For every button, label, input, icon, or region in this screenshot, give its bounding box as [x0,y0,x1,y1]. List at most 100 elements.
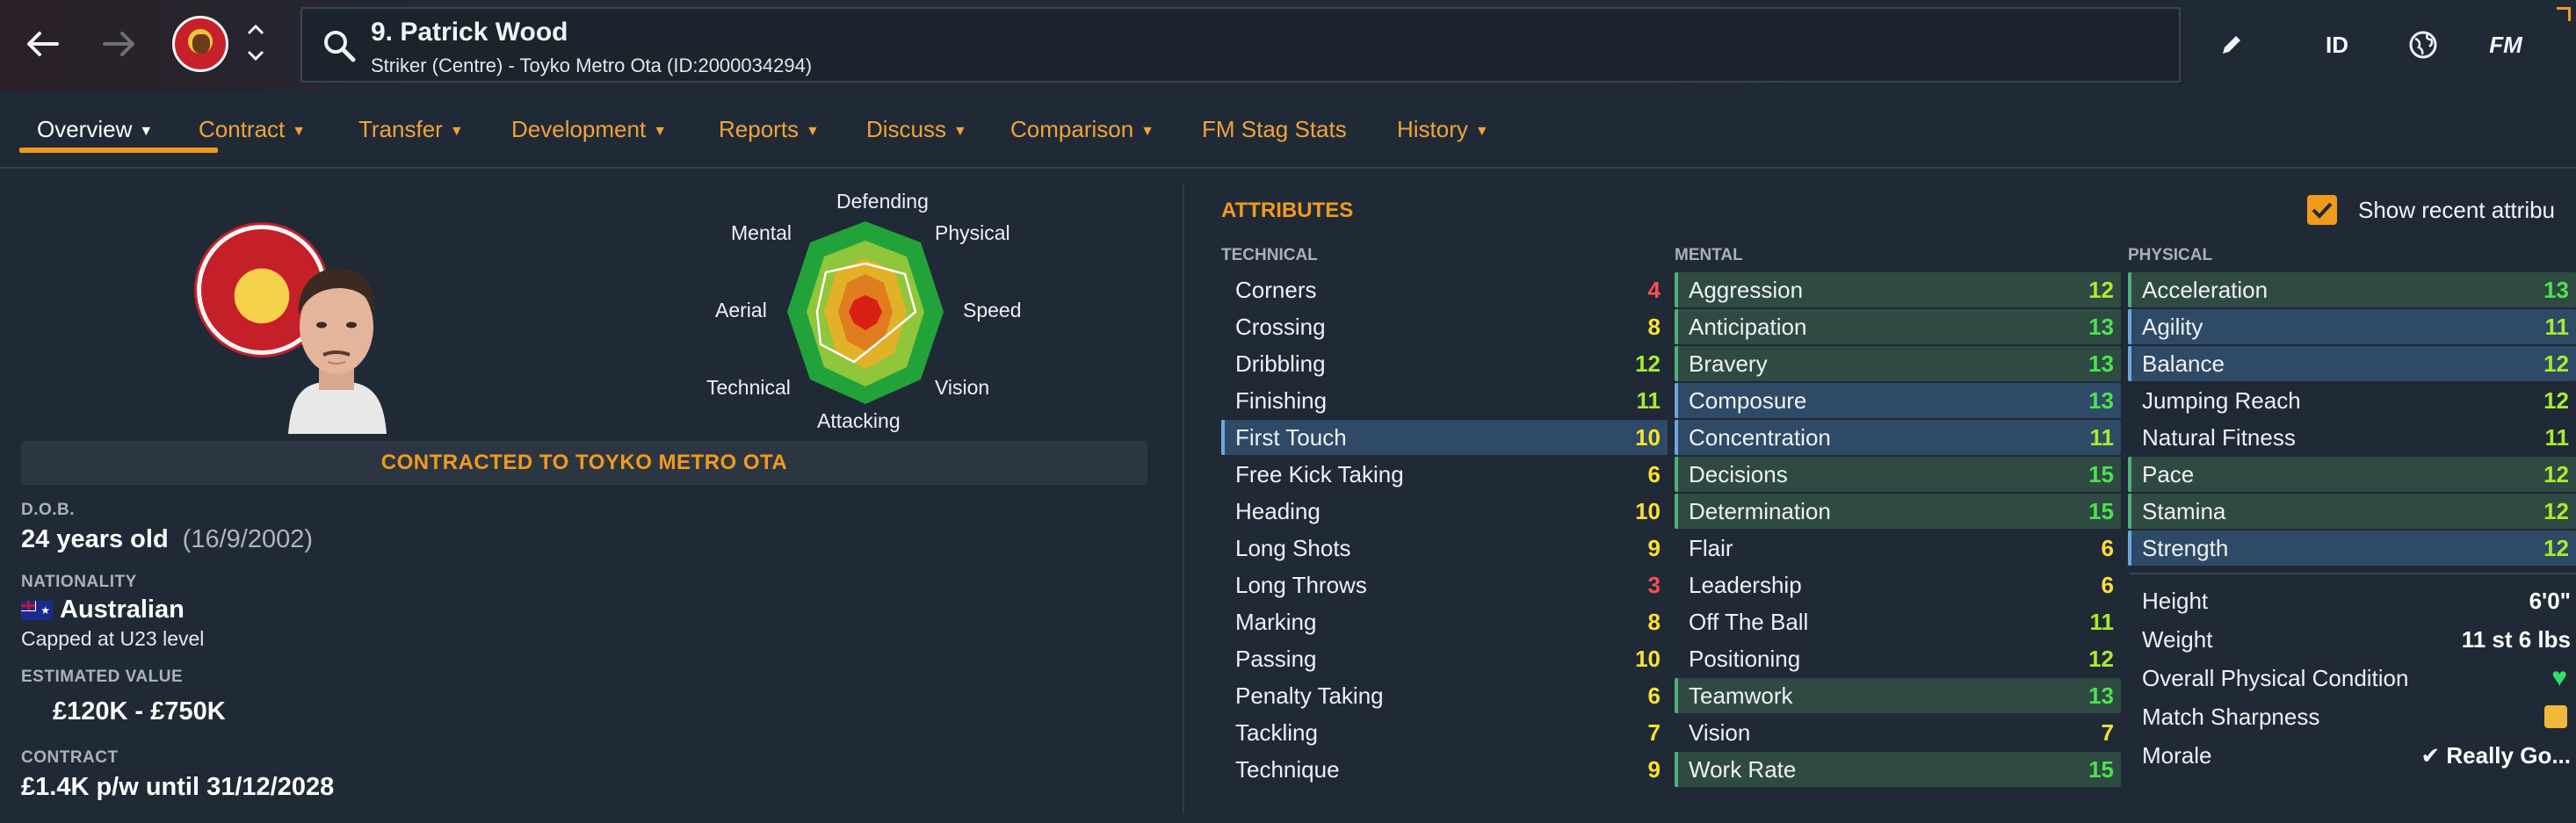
radar-label-physical: Physical [935,221,1010,244]
physical-info-divider [2130,573,2576,574]
pencil-icon[interactable] [2211,23,2253,67]
attribute-row[interactable]: Vision 7 [1675,715,2121,750]
sharpness-icon[interactable] [2544,705,2567,728]
attribute-value: 13 [2543,276,2569,303]
nationality-text: Australian [60,596,185,624]
id-button[interactable]: ID [2312,23,2362,67]
attribute-row[interactable]: Work Rate 15 [1675,752,2121,787]
nationality-value[interactable]: Australian [21,596,185,624]
attribute-value: 8 [1647,608,1661,635]
chevron-down-icon[interactable] [247,50,264,67]
attribute-value: 12 [1635,350,1661,377]
chevron-down-icon: ▼ [449,123,464,139]
tab-contract[interactable]: Contract ▼ [199,116,306,143]
attribute-row[interactable]: Determination 15 [1675,494,2121,529]
attribute-row[interactable]: Composure 13 [1675,383,2121,418]
attribute-row[interactable]: Agility 11 [2128,309,2576,344]
top-bar: 9. Patrick Wood Striker (Centre) - Toyko… [0,0,2576,91]
player-switcher [244,23,267,67]
player-search-box[interactable]: 9. Patrick Wood Striker (Centre) - Toyko… [300,7,2181,83]
contract-banner[interactable]: CONTRACTED TO TOYKO METRO OTA [21,441,1147,485]
attribute-row[interactable]: Corners 4 [1221,272,1668,307]
attribute-row[interactable]: Stamina 12 [2128,494,2576,529]
attribute-name: Jumping Reach [2142,386,2301,414]
attribute-value: 12 [2088,645,2114,672]
attribute-row[interactable]: Penalty Taking 6 [1221,678,1668,713]
attribute-row[interactable]: Dribbling 12 [1221,346,1668,381]
info-value: 6'0" [2529,587,2571,614]
attribute-value: 7 [2101,718,2114,746]
attribute-name: Tackling [1235,718,1318,746]
tab-history[interactable]: History ▼ [1397,116,1489,143]
attribute-row[interactable]: Finishing 11 [1221,383,1668,418]
height-row: Height 6'0" [2130,583,2576,618]
contract-label: CONTRACT [21,748,119,767]
tab-comparison[interactable]: Comparison ▼ [1010,116,1154,143]
tab-fm-stag-stats[interactable]: FM Stag Stats [1202,116,1347,143]
back-arrow-icon[interactable] [23,25,62,63]
info-value: 11 st 6 lbs [2461,625,2571,653]
tab-transfer[interactable]: Transfer ▼ [358,116,464,143]
attribute-row[interactable]: Decisions 15 [1675,457,2121,492]
fm-menu-button[interactable]: FM [2478,23,2534,67]
attribute-value: 12 [2088,276,2114,303]
attribute-row[interactable]: Jumping Reach 12 [2128,383,2576,418]
search-icon[interactable] [322,28,357,68]
attribute-row[interactable]: Positioning 12 [1675,641,2121,676]
attribute-row[interactable]: Bravery 13 [1675,346,2121,381]
attribute-value: 12 [2543,460,2569,487]
club-badge[interactable] [172,16,228,72]
attribute-row[interactable]: Passing 10 [1221,641,1668,676]
tab-discuss[interactable]: Discuss ▼ [866,116,967,143]
radar-label-defending: Defending [836,190,929,213]
attribute-row[interactable]: Off The Ball 11 [1675,604,2121,639]
attribute-row[interactable]: Anticipation 13 [1675,309,2121,344]
attribute-name: Acceleration [2142,276,2268,303]
estimated-value: £120K - £750K [53,697,226,726]
player-name: 9. Patrick Wood [371,18,568,47]
show-recent-label[interactable]: Show recent attribu [2358,197,2555,224]
attribute-name: Concentration [1689,423,1831,451]
attribute-row[interactable]: Concentration 11 [1675,420,2121,455]
attribute-row[interactable]: Acceleration 13 [2128,272,2576,307]
player-portrait [288,268,387,434]
attribute-row[interactable]: Tackling 7 [1221,715,1668,750]
attribute-row[interactable]: Marking 8 [1221,604,1668,639]
attribute-row[interactable]: Pace 12 [2128,457,2576,492]
heart-icon[interactable]: ♥ [2551,663,2567,693]
mental-header: MENTAL [1675,246,1743,264]
chevron-up-icon[interactable] [247,23,264,40]
morale-row: Morale ✔ Really Go... [2130,738,2576,773]
attribute-row[interactable]: Crossing 8 [1221,309,1668,344]
attribute-row[interactable]: Aggression 12 [1675,272,2121,307]
attribute-row[interactable]: Teamwork 13 [1675,678,2121,713]
attribute-row[interactable]: Flair 6 [1675,531,2121,566]
show-recent-checkbox[interactable] [2307,195,2337,225]
attribute-row[interactable]: Leadership 6 [1675,567,2121,603]
attribute-row[interactable]: Strength 12 [2128,531,2576,566]
forward-arrow-icon[interactable] [100,25,139,63]
attribute-value: 12 [2543,386,2569,414]
attribute-row[interactable]: Natural Fitness 11 [2128,420,2576,455]
attribute-name: Leadership [1689,571,1802,598]
checkmark-icon [2312,202,2333,219]
attribute-name: Strength [2142,534,2229,561]
tab-reports[interactable]: Reports ▼ [719,116,820,143]
attribute-name: Bravery [1689,350,1768,377]
globe-icon[interactable] [2399,23,2448,67]
attribute-value: 3 [1647,571,1661,598]
attribute-row[interactable]: Technique 9 [1221,752,1668,787]
attribute-row[interactable]: Heading 10 [1221,494,1668,529]
tab-development[interactable]: Development ▼ [511,116,667,143]
attribute-name: Vision [1689,718,1751,746]
tab-overview[interactable]: Overview ▼ [37,116,153,143]
attribute-row[interactable]: Long Throws 3 [1221,567,1668,603]
attribute-value: 7 [1647,718,1661,746]
attribute-row[interactable]: Balance 12 [2128,346,2576,381]
attribute-row[interactable]: First Touch 10 [1221,420,1668,455]
attribute-name: Corners [1235,276,1317,303]
morale-value[interactable]: ✔ Really Go... [2420,742,2571,769]
attribute-name: Aggression [1689,276,1804,303]
attribute-row[interactable]: Long Shots 9 [1221,531,1668,566]
attribute-row[interactable]: Free Kick Taking 6 [1221,457,1668,492]
